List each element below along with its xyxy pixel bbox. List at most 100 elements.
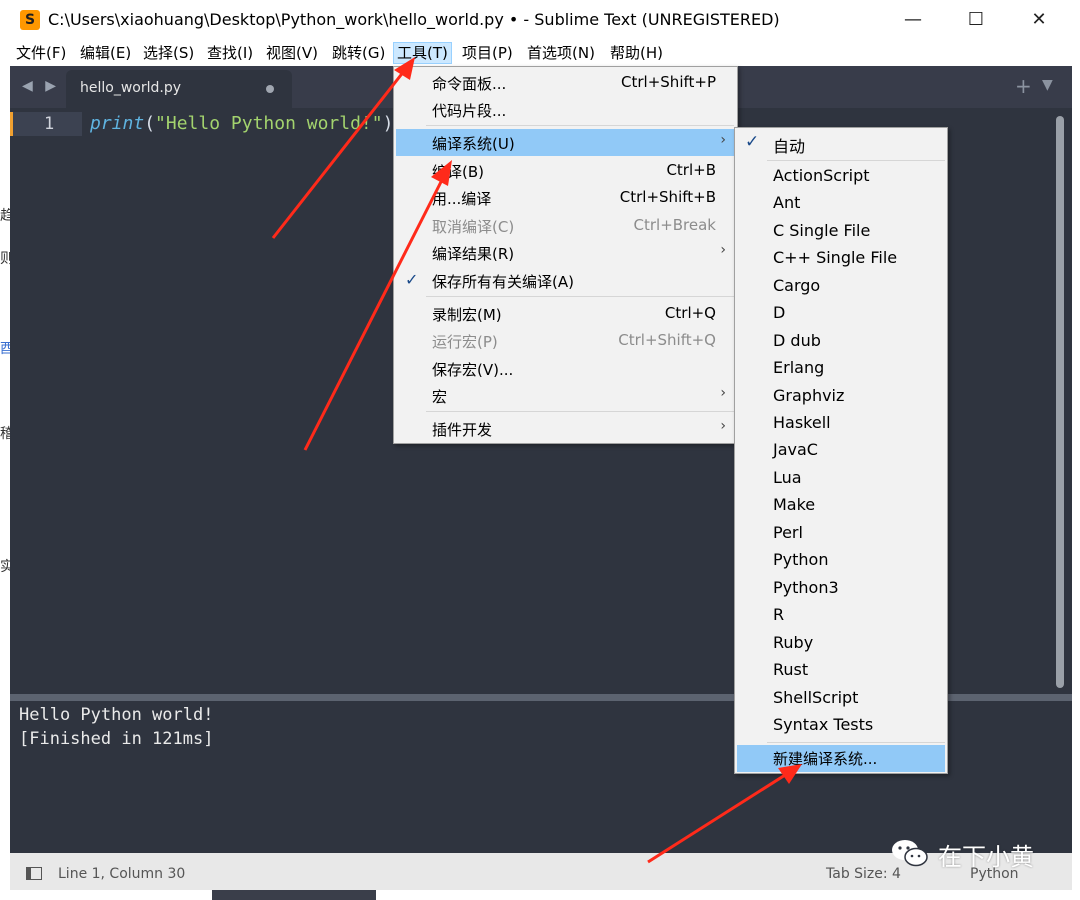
unsaved-dot-icon[interactable]	[266, 85, 274, 93]
build-item[interactable]: Erlang	[737, 355, 945, 382]
menu-item-label: 取消编译(C)	[432, 218, 515, 236]
build-item-automatic[interactable]: ✓ 自动	[737, 130, 945, 157]
new-tab-icon[interactable]: +	[1015, 74, 1032, 98]
menu-item-label: 用...编译	[432, 190, 492, 208]
close-button[interactable]: ✕	[1016, 4, 1062, 36]
build-item[interactable]: C++ Single File	[737, 245, 945, 272]
menu-item-macros[interactable]: 宏 ›	[396, 382, 736, 409]
build-item[interactable]: Ruby	[737, 630, 945, 657]
build-item-label: Graphviz	[773, 386, 845, 405]
menu-item-save-all-on-build[interactable]: ✓ 保存所有有关编译(A)	[396, 267, 736, 294]
build-item-label: Ruby	[773, 633, 814, 652]
build-item[interactable]: Make	[737, 492, 945, 519]
build-item[interactable]: Graphviz	[737, 383, 945, 410]
build-item-label: Ant	[773, 193, 801, 212]
background-text-fragment: 酉	[0, 341, 10, 357]
menu-item-label: 宏	[432, 388, 448, 406]
menu-find[interactable]: 查找(I)	[204, 42, 256, 64]
code-string-token: "Hello Python world!"	[155, 113, 383, 134]
menu-item-playback-macro: 运行宏(P) Ctrl+Shift+Q	[396, 327, 736, 354]
output-line: [Finished in 121ms]	[19, 729, 214, 749]
build-item-new-build-system[interactable]: 新建编译系统...	[737, 745, 945, 772]
menu-selection[interactable]: 选择(S)	[140, 42, 197, 64]
menu-item-build-with[interactable]: 用...编译 Ctrl+Shift+B	[396, 184, 736, 211]
build-item-label: Haskell	[773, 413, 831, 432]
tab-hello-world[interactable]: hello_world.py	[66, 70, 292, 108]
panel-toggle-icon[interactable]	[26, 867, 42, 880]
build-item[interactable]: Syntax Tests	[737, 712, 945, 739]
build-item-label: Perl	[773, 523, 803, 542]
build-item[interactable]: Cargo	[737, 273, 945, 300]
menu-edit[interactable]: 编辑(E)	[77, 42, 134, 64]
tools-menu: 命令面板... Ctrl+Shift+P 代码片段... 编译系统(U) › 编…	[393, 66, 738, 444]
build-item[interactable]: Rust	[737, 657, 945, 684]
build-item[interactable]: Python	[737, 547, 945, 574]
menu-item-shortcut: Ctrl+Shift+P	[621, 73, 716, 91]
watermark: 在下小黄	[890, 836, 1060, 871]
code-function-token: print	[90, 113, 145, 134]
menu-help[interactable]: 帮助(H)	[607, 42, 666, 64]
menu-file[interactable]: 文件(F)	[13, 42, 69, 64]
menu-item-label: 命令面板...	[432, 75, 507, 93]
background-text-fragment: 趋	[0, 208, 10, 224]
maximize-button[interactable]: ☐	[953, 4, 999, 36]
build-item[interactable]: ShellScript	[737, 685, 945, 712]
build-item[interactable]: C Single File	[737, 218, 945, 245]
build-item-label: D dub	[773, 331, 821, 350]
build-item[interactable]: Haskell	[737, 410, 945, 437]
wechat-icon	[892, 840, 928, 867]
build-item[interactable]: Lua	[737, 465, 945, 492]
menu-item-shortcut: Ctrl+B	[666, 161, 716, 179]
menu-item-cancel-build: 取消编译(C) Ctrl+Break	[396, 212, 736, 239]
build-item[interactable]: JavaC	[737, 437, 945, 464]
tab-navigation-arrows-icon[interactable]: ◀ ▶	[22, 78, 60, 94]
build-item[interactable]: R	[737, 602, 945, 629]
menu-item-shortcut: Ctrl+Shift+Q	[618, 331, 716, 349]
menu-item-label: 录制宏(M)	[432, 306, 502, 324]
menu-project[interactable]: 项目(P)	[459, 42, 516, 64]
build-item[interactable]: Python3	[737, 575, 945, 602]
build-item-label: Syntax Tests	[773, 715, 874, 734]
build-item-label: Make	[773, 495, 816, 514]
menu-item-shortcut: Ctrl+Q	[664, 304, 716, 322]
menu-preferences[interactable]: 首选项(N)	[524, 42, 598, 64]
minimize-button[interactable]: —	[890, 4, 936, 36]
build-item-label: Cargo	[773, 276, 821, 295]
code-line[interactable]: print("Hello Python world!")	[90, 113, 393, 134]
build-item-label: Python3	[773, 578, 839, 597]
tab-list-dropdown-icon[interactable]: ▼	[1042, 77, 1053, 93]
submenu-arrow-icon: ›	[720, 418, 726, 434]
build-item[interactable]: D	[737, 300, 945, 327]
build-item-label: Lua	[773, 468, 802, 487]
build-item-label: ShellScript	[773, 688, 859, 707]
vertical-scrollbar[interactable]	[1056, 116, 1064, 688]
menu-item-build-results[interactable]: 编译结果(R) ›	[396, 239, 736, 266]
submenu-arrow-icon: ›	[720, 385, 726, 401]
menu-item-save-macro[interactable]: 保存宏(V)...	[396, 355, 736, 382]
menu-item-build-system[interactable]: 编译系统(U) ›	[396, 129, 736, 156]
build-item[interactable]: ActionScript	[737, 163, 945, 190]
menu-item-build[interactable]: 编译(B) Ctrl+B	[396, 157, 736, 184]
title-bar: S C:\Users\xiaohuang\Desktop\Python_work…	[0, 0, 1080, 40]
build-item[interactable]: Perl	[737, 520, 945, 547]
menu-item-label: 编译结果(R)	[432, 245, 515, 263]
build-item[interactable]: Ant	[737, 190, 945, 217]
menu-tools[interactable]: 工具(T)	[393, 42, 452, 64]
menu-view[interactable]: 视图(V)	[263, 42, 321, 64]
background-text-fragment: 稽	[0, 426, 10, 442]
menu-goto[interactable]: 跳转(G)	[329, 42, 388, 64]
build-item[interactable]: D dub	[737, 328, 945, 355]
build-system-submenu: ✓ 自动 ActionScript Ant C Single File C++ …	[734, 127, 948, 774]
menu-item-label: 编译(B)	[432, 163, 484, 181]
build-item-label: D	[773, 303, 786, 322]
menu-item-record-macro[interactable]: 录制宏(M) Ctrl+Q	[396, 300, 736, 327]
menu-item-command-palette[interactable]: 命令面板... Ctrl+Shift+P	[396, 69, 736, 96]
menu-separator	[767, 742, 945, 743]
menu-item-shortcut: Ctrl+Break	[633, 216, 717, 234]
build-item-label: Rust	[773, 660, 809, 679]
build-item-label: R	[773, 605, 785, 624]
build-item-label: 新建编译系统...	[773, 750, 878, 768]
menu-item-developer[interactable]: 插件开发 ›	[396, 415, 736, 442]
menu-item-label: 插件开发	[432, 421, 493, 439]
menu-item-snippets[interactable]: 代码片段...	[396, 96, 736, 123]
